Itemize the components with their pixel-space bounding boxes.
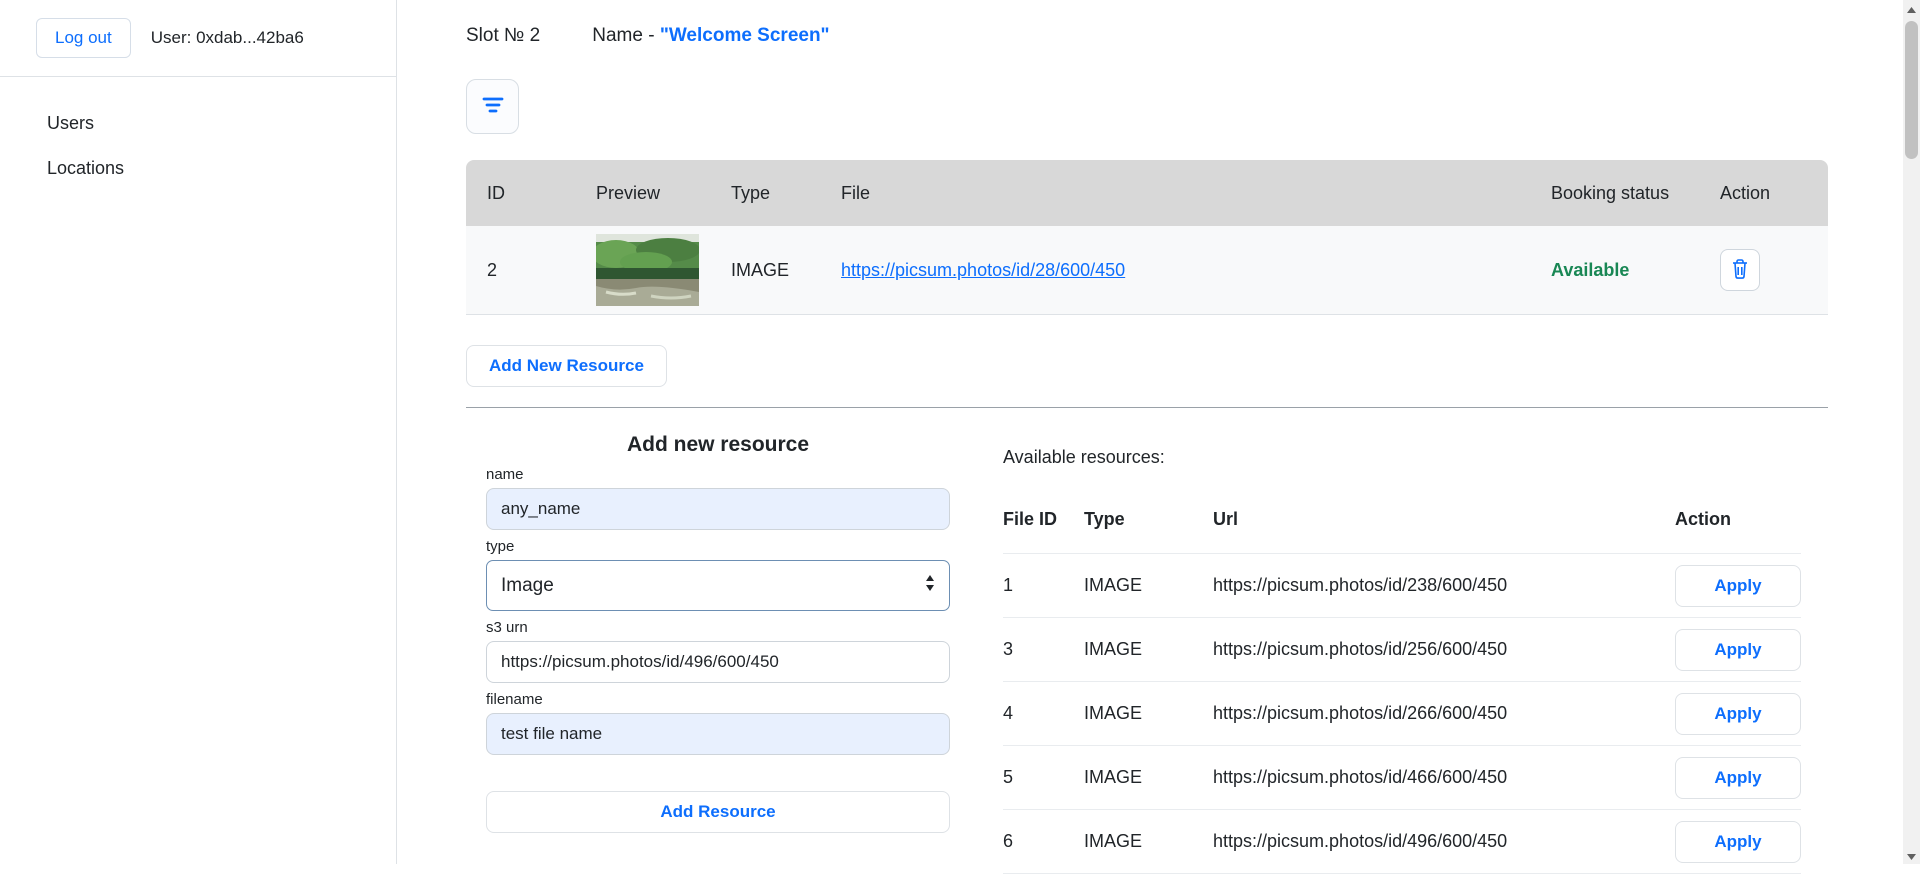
main-content: Slot № 2 Name - "Welcome Screen" ID Prev… [398,0,1903,874]
delete-resource-button[interactable] [1720,249,1760,291]
column-header-booking-status: Booking status [1551,182,1670,203]
s3-urn-input[interactable] [486,641,950,683]
preview-image [596,234,731,306]
available-action-cell: Apply [1675,756,1801,799]
sidebar: Log out User: 0xdab...42ba6 Users Locati… [0,0,397,864]
slot-resources-table: ID Preview Type File Booking status Acti… [466,160,1828,315]
resource-type: IMAGE [731,259,790,280]
scrollbar[interactable] [1903,0,1920,864]
slot-number-label: Slot № 2 [466,25,541,46]
available-type: IMAGE [1084,703,1143,723]
available-type: IMAGE [1084,639,1143,659]
column-header-id: ID [487,182,505,203]
filter-lines-icon [480,94,506,119]
available-url: https://picsum.photos/id/466/600/450 [1213,767,1508,787]
available-url: https://picsum.photos/id/496/600/450 [1213,831,1508,851]
column-header-type: Type [1084,509,1125,529]
apply-button[interactable]: Apply [1675,820,1801,863]
available-row: 5 IMAGE https://picsum.photos/id/466/600/4… [1003,746,1801,810]
arrow-down-icon [1907,847,1916,865]
resource-id: 2 [487,259,498,280]
apply-button[interactable]: Apply [1675,564,1801,607]
slot-table-header-row: ID Preview Type File Booking status Acti… [466,160,1828,226]
type-label: type [486,538,515,555]
user-label: User: 0xdab...42ba6 [150,28,304,47]
available-url: https://picsum.photos/id/256/600/450 [1213,639,1508,659]
available-file-id: 3 [1003,639,1014,659]
slot-name-label: Name - "Welcome Screen" [592,25,829,47]
available-file-id: 4 [1003,703,1014,723]
name-input[interactable] [486,488,950,530]
filename-input[interactable] [486,713,950,755]
available-action-cell: Apply [1675,820,1801,863]
sidebar-item-locations[interactable]: Locations [0,146,396,191]
table-row: 2 IMAGE https://picsum.photos/id/28/600/… [466,226,1828,315]
apply-button[interactable]: Apply [1675,756,1801,799]
add-resource-form: Add new resource name type Image s3 urn [486,432,950,833]
column-header-file: File [841,182,871,203]
scroll-up-button[interactable] [1903,0,1920,17]
file-link[interactable]: https://picsum.photos/id/28/600/450 [841,260,1125,280]
available-row: 4 IMAGE https://picsum.photos/id/266/600/4… [1003,682,1801,746]
scrollbar-thumb[interactable] [1905,21,1918,159]
column-header-file-id: File ID [1003,509,1058,529]
available-file-id: 1 [1003,575,1014,595]
type-select-value: Image [501,574,554,596]
filter-button[interactable] [466,79,519,134]
status-badge: Available [1551,259,1630,280]
resource-preview-cell [596,234,731,306]
available-url: https://picsum.photos/id/238/600/450 [1213,575,1508,595]
sidebar-nav: Users Locations [0,77,396,191]
available-resources-title: Available resources: [1003,447,1165,467]
filename-label: filename [486,691,543,708]
sidebar-item-users[interactable]: Users [0,101,396,146]
available-row: 6 IMAGE https://picsum.photos/id/496/600/4… [1003,810,1801,874]
s3-urn-label: s3 urn [486,619,528,636]
slot-name-value: "Welcome Screen" [659,25,830,46]
column-header-url: Url [1213,509,1239,529]
column-header-preview: Preview [596,182,661,203]
slot-header: Slot № 2 Name - "Welcome Screen" [466,0,1828,47]
column-header-type: Type [731,182,771,203]
trash-icon [1730,258,1750,283]
sidebar-header: Log out User: 0xdab...42ba6 [0,0,396,77]
column-header-action: Action [1720,182,1771,203]
available-type: IMAGE [1084,575,1143,595]
available-url: https://picsum.photos/id/266/600/450 [1213,703,1508,723]
available-row: 1 IMAGE https://picsum.photos/id/238/600/4… [1003,554,1801,618]
type-select[interactable]: Image [486,560,950,611]
form-title: Add new resource [626,433,810,456]
add-new-resource-button[interactable]: Add New Resource [466,345,667,387]
available-type: IMAGE [1084,767,1143,787]
available-type: IMAGE [1084,831,1143,851]
available-row: 3 IMAGE https://picsum.photos/id/256/600/4… [1003,618,1801,682]
up-down-arrows-icon [925,574,935,597]
arrow-up-icon [1907,0,1916,18]
logout-button[interactable]: Log out [36,18,131,58]
scroll-down-button[interactable] [1903,847,1920,864]
slot-name-prefix: Name - [592,25,660,46]
available-action-cell: Apply [1675,692,1801,735]
apply-button[interactable]: Apply [1675,692,1801,735]
available-resources-section: Available resources: File ID Type Url Ac… [1003,446,1801,874]
available-file-id: 5 [1003,767,1014,787]
column-header-action: Action [1675,509,1731,529]
available-table-header-row: File ID Type Url Action [1003,506,1801,554]
available-action-cell: Apply [1675,628,1801,671]
available-table-body: 1 IMAGE https://picsum.photos/id/238/600/4… [1003,554,1801,874]
available-file-id: 6 [1003,831,1014,851]
name-label: name [486,466,524,483]
apply-button[interactable]: Apply [1675,628,1801,671]
add-resource-submit-button[interactable]: Add Resource [486,791,950,833]
available-action-cell: Apply [1675,564,1801,607]
